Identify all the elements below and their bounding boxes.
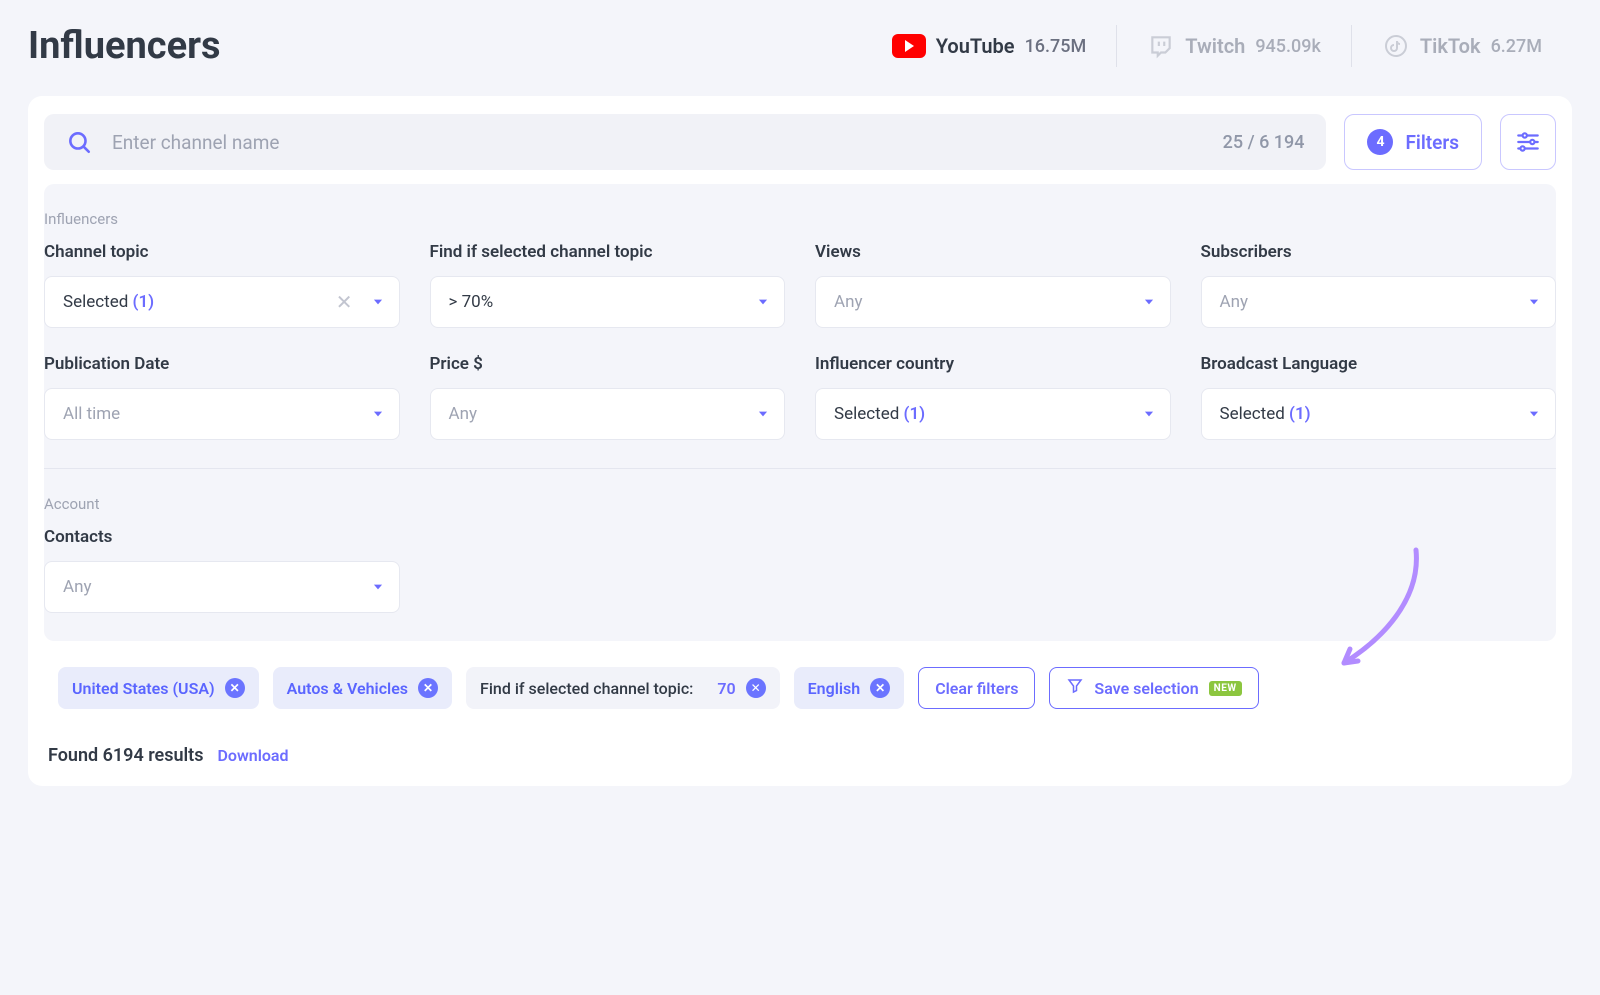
filter-settings-button[interactable] [1500, 114, 1556, 170]
active-filters-bar: United States (USA) ✕ Autos & Vehicles ✕… [44, 655, 1556, 721]
twitch-icon [1147, 32, 1175, 60]
subscribers-select[interactable]: Any [1201, 276, 1557, 328]
filters-count-badge: 4 [1367, 129, 1393, 155]
country-select[interactable]: Selected (1) [815, 388, 1171, 440]
divider [44, 468, 1556, 469]
search-counter: 25 / 6 194 [1223, 132, 1305, 153]
filter-label: Price $ [430, 354, 786, 374]
remove-chip-icon[interactable]: ✕ [418, 678, 438, 698]
filter-save-icon [1066, 677, 1084, 699]
search-box[interactable]: 25 / 6 194 [44, 114, 1326, 170]
platform-tabs: YouTube 16.75M Twitch 945.09k TikTok 6.2… [862, 25, 1572, 67]
chevron-down-icon [371, 580, 385, 594]
download-link[interactable]: Download [217, 746, 288, 765]
filter-label: Broadcast Language [1201, 354, 1557, 374]
platform-count: 945.09k [1255, 36, 1321, 57]
filters-button[interactable]: 4 Filters [1344, 114, 1482, 170]
section-label-influencers: Influencers [44, 210, 1556, 242]
chevron-down-icon [371, 407, 385, 421]
chevron-down-icon [1142, 295, 1156, 309]
filter-chip-language[interactable]: English ✕ [794, 667, 905, 709]
language-select[interactable]: Selected (1) [1201, 388, 1557, 440]
platform-count: 6.27M [1491, 36, 1542, 57]
chevron-down-icon [371, 295, 385, 309]
save-selection-button[interactable]: Save selection NEW [1049, 667, 1258, 709]
search-icon [66, 129, 92, 155]
platform-count: 16.75M [1025, 36, 1087, 57]
platform-name: YouTube [936, 34, 1015, 58]
new-badge: NEW [1209, 681, 1242, 696]
filters-label: Filters [1405, 131, 1459, 154]
section-label-account: Account [44, 495, 1556, 527]
remove-chip-icon[interactable]: ✕ [225, 678, 245, 698]
platform-name: TikTok [1420, 34, 1481, 58]
clear-selection-icon[interactable]: ✕ [336, 292, 353, 312]
search-input[interactable] [110, 130, 1205, 155]
clear-filters-button[interactable]: Clear filters [918, 667, 1035, 709]
filter-label: Publication Date [44, 354, 400, 374]
remove-chip-icon[interactable]: ✕ [746, 678, 766, 698]
chevron-down-icon [1527, 295, 1541, 309]
chevron-down-icon [1527, 407, 1541, 421]
channel-topic-select[interactable]: Selected (1) ✕ [44, 276, 400, 328]
main-panel: 25 / 6 194 4 Filters Influencers Channel… [28, 96, 1572, 786]
filter-chip-country[interactable]: United States (USA) ✕ [58, 667, 259, 709]
chevron-down-icon [756, 407, 770, 421]
platform-youtube[interactable]: YouTube 16.75M [862, 25, 1117, 67]
contacts-select[interactable]: Any [44, 561, 400, 613]
results-count: Found 6194 results [48, 745, 204, 766]
filter-label: Find if selected channel topic [430, 242, 786, 262]
platform-name: Twitch [1185, 34, 1245, 58]
filter-label: Subscribers [1201, 242, 1557, 262]
filter-label: Influencer country [815, 354, 1171, 374]
tiktok-icon [1382, 32, 1410, 60]
platform-twitch[interactable]: Twitch 945.09k [1116, 25, 1351, 67]
filter-label: Contacts [44, 527, 400, 547]
filters-panel: Influencers Channel topic Selected (1) ✕… [44, 184, 1556, 641]
platform-tiktok[interactable]: TikTok 6.27M [1351, 25, 1572, 67]
filter-label: Views [815, 242, 1171, 262]
page-title: Influencers [28, 24, 221, 68]
price-select[interactable]: Any [430, 388, 786, 440]
filter-chip-topic[interactable]: Autos & Vehicles ✕ [273, 667, 452, 709]
find-if-select[interactable]: > 70% [430, 276, 786, 328]
filter-label: Channel topic [44, 242, 400, 262]
views-select[interactable]: Any [815, 276, 1171, 328]
remove-chip-icon[interactable]: ✕ [870, 678, 890, 698]
results-summary: Found 6194 results Download [44, 721, 1556, 766]
chevron-down-icon [756, 295, 770, 309]
filter-chip-find-if[interactable]: Find if selected channel topic: 70 ✕ [466, 667, 780, 709]
youtube-icon [892, 34, 926, 58]
publication-date-select[interactable]: All time [44, 388, 400, 440]
chevron-down-icon [1142, 407, 1156, 421]
